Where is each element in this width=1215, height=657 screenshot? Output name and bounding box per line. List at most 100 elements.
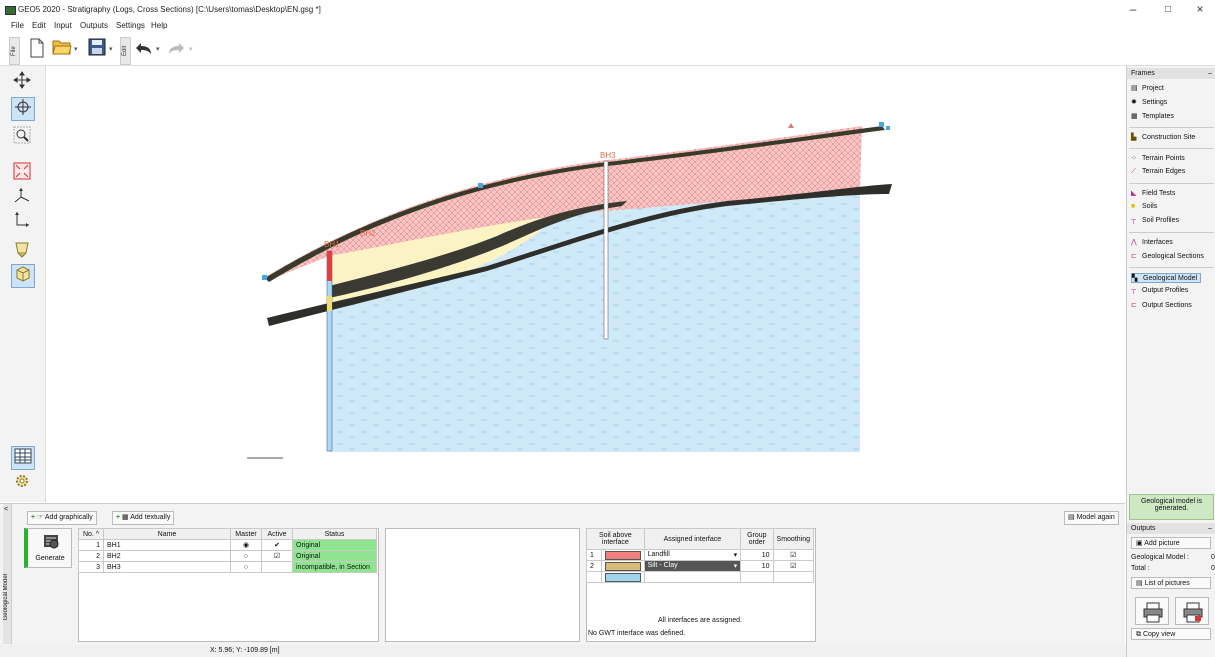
frame-interfaces[interactable]: ⋀ Interfaces <box>1131 238 1173 246</box>
frame-label: Output Sections <box>1142 302 1192 309</box>
group-order[interactable]: 10 <box>740 549 774 561</box>
borehole-label-bh2: BH2 <box>360 229 376 238</box>
col-master[interactable]: Master <box>230 528 262 540</box>
rotate-view-icon[interactable] <box>11 97 35 121</box>
borehole-row[interactable]: 3 BH3 ○ incompatible, in Section <box>78 561 377 573</box>
col-smoothing[interactable]: Smoothing <box>772 528 815 550</box>
master-radio[interactable]: ○ <box>230 550 262 562</box>
borehole-row[interactable]: 1 BH1 ◉ ✔ Original <box>78 539 377 551</box>
dropdown-arrow-icon[interactable]: ▾ <box>734 562 738 570</box>
terrain-point[interactable] <box>262 275 267 280</box>
frame-project[interactable]: ▤ Project <box>1131 84 1164 92</box>
col-active[interactable]: Active <box>261 528 293 540</box>
undo-icon[interactable] <box>134 38 154 60</box>
add-textually-button[interactable]: + ▦ Add textually <box>112 511 175 525</box>
title-bar: GEO5 2020 - Stratigraphy (Logs, Cross Se… <box>0 0 1215 20</box>
frame-soils[interactable]: ■ Soils <box>1131 203 1157 210</box>
gwt-assigned[interactable] <box>643 571 742 583</box>
undo-dropdown-arrow[interactable]: ▾ <box>156 45 160 53</box>
open-dropdown-arrow[interactable]: ▾ <box>74 45 78 53</box>
terrain-point[interactable] <box>478 183 483 188</box>
add-graphically-button[interactable]: + ☞ Add graphically <box>27 511 97 525</box>
active-checkbox[interactable]: ✔ <box>261 539 293 551</box>
frame-terrain-points[interactable]: ⁘ Terrain Points <box>1131 154 1185 162</box>
model-canvas[interactable]: BH1 BH2 BH3 <box>47 66 1125 502</box>
axes-3d-icon[interactable] <box>11 186 33 208</box>
add-picture-button[interactable]: ▣ Add picture <box>1131 537 1211 549</box>
minimize-button[interactable]: – <box>1123 2 1143 16</box>
redo-dropdown-arrow[interactable]: ▾ <box>189 45 193 53</box>
outputs-collapse-button[interactable]: – <box>1208 523 1212 534</box>
master-radio[interactable]: ◉ <box>230 539 262 551</box>
list-of-pictures-button[interactable]: ▤ List of pictures <box>1131 577 1211 589</box>
maximize-button[interactable]: □ <box>1158 4 1178 15</box>
active-checkbox[interactable] <box>261 561 293 573</box>
copy-view-button[interactable]: ⧉ Copy view <box>1131 628 1211 640</box>
interface-row[interactable]: 2 Silt - Clay ▾ 10 ☑ <box>586 560 815 572</box>
close-button[interactable]: × <box>1190 2 1210 16</box>
menu-help[interactable]: Help <box>151 21 167 30</box>
view-front-icon[interactable] <box>11 240 33 262</box>
col-soil-above[interactable]: Soil above interface <box>586 528 645 550</box>
frame-geological-sections[interactable]: ⊏ Geological Sections <box>1131 252 1204 260</box>
open-folder-icon[interactable] <box>52 38 72 60</box>
assigned-interface-select[interactable]: Landfill ▾ <box>643 549 742 561</box>
menu-settings[interactable]: Settings <box>116 21 145 30</box>
axes-2d-icon[interactable] <box>11 210 33 232</box>
zoom-window-icon[interactable] <box>11 126 33 148</box>
borehole-status: incompatible, in Section <box>292 561 377 573</box>
boreholes-table: No. ^ Name Master Active Status 1 BH1 ◉ ✔ Or… <box>78 528 377 573</box>
assigned-interface-select[interactable]: Silt - Clay ▾ <box>643 560 742 572</box>
print-pdf-button[interactable] <box>1175 597 1209 625</box>
frame-field-tests[interactable]: ◣ Field Tests <box>1131 189 1175 197</box>
save-icon[interactable] <box>87 38 107 60</box>
print-button[interactable] <box>1135 597 1169 625</box>
zoom-extents-icon[interactable] <box>11 162 33 184</box>
gwt-row[interactable] <box>586 571 815 583</box>
menu-edit[interactable]: Edit <box>32 21 46 30</box>
frame-output-profiles[interactable]: ┬ Output Profiles <box>1131 287 1188 294</box>
new-file-icon[interactable] <box>27 38 47 60</box>
terrain-point[interactable] <box>879 122 884 127</box>
model-again-button[interactable]: ▤ Model again <box>1064 511 1119 525</box>
frame-collapse-button[interactable]: ˂ <box>4 506 8 513</box>
save-dropdown-arrow[interactable]: ▾ <box>109 45 113 53</box>
terrain-point[interactable] <box>886 126 890 130</box>
table-view-icon[interactable] <box>11 446 35 470</box>
master-radio[interactable]: ○ <box>230 561 262 573</box>
col-assigned[interactable]: Assigned interface <box>643 528 742 550</box>
move-icon[interactable] <box>11 71 33 93</box>
active-checkbox[interactable]: ☑ <box>261 550 293 562</box>
settings-gear-icon[interactable] <box>11 472 33 494</box>
group-order[interactable]: 10 <box>740 560 774 572</box>
col-group-order[interactable]: Group order <box>740 528 774 550</box>
frame-soil-profiles[interactable]: ┬ Soil Profiles <box>1131 217 1179 224</box>
view-3d-icon[interactable] <box>11 264 35 288</box>
frame-settings[interactable]: ✹ Settings <box>1131 98 1167 106</box>
file-toolbar-tab[interactable]: File <box>9 37 20 65</box>
cursor-coordinates: X: 5.96; Y: -109.89 [m] <box>210 647 280 654</box>
frame-templates[interactable]: ▦ Templates <box>1131 112 1174 120</box>
frame-geological-model[interactable]: ▚ Geological Model <box>1131 273 1202 283</box>
frame-terrain-edges[interactable]: ⟋ Terrain Edges <box>1131 168 1185 176</box>
menu-outputs[interactable]: Outputs <box>80 21 108 30</box>
smoothing-checkbox[interactable]: ☑ <box>772 549 815 561</box>
borehole-row[interactable]: 2 BH2 ○ ☑ Original <box>78 550 377 562</box>
col-status[interactable]: Status <box>292 528 377 540</box>
frames-collapse-button[interactable]: – <box>1208 68 1212 79</box>
edit-toolbar-tab[interactable]: Edit <box>120 37 131 65</box>
generate-button[interactable]: Generate <box>24 528 72 568</box>
col-no[interactable]: No. ^ <box>78 528 104 540</box>
menu-file[interactable]: File <box>11 21 24 30</box>
dropdown-arrow-icon[interactable]: ▾ <box>734 551 738 559</box>
frame-output-sections[interactable]: ⊏ Output Sections <box>1131 301 1192 309</box>
col-name[interactable]: Name <box>103 528 231 540</box>
borehole-bh3[interactable] <box>603 160 609 340</box>
smoothing-checkbox[interactable]: ☑ <box>772 560 815 572</box>
menu-input[interactable]: Input <box>54 21 72 30</box>
geological-model-view[interactable]: BH1 BH2 BH3 <box>47 66 1125 502</box>
interface-row[interactable]: 1 Landfill ▾ 10 ☑ <box>586 549 815 561</box>
gwt-group <box>740 571 774 583</box>
frame-construction-site[interactable]: ▙ Construction Site <box>1131 133 1195 141</box>
redo-icon[interactable] <box>166 38 186 60</box>
